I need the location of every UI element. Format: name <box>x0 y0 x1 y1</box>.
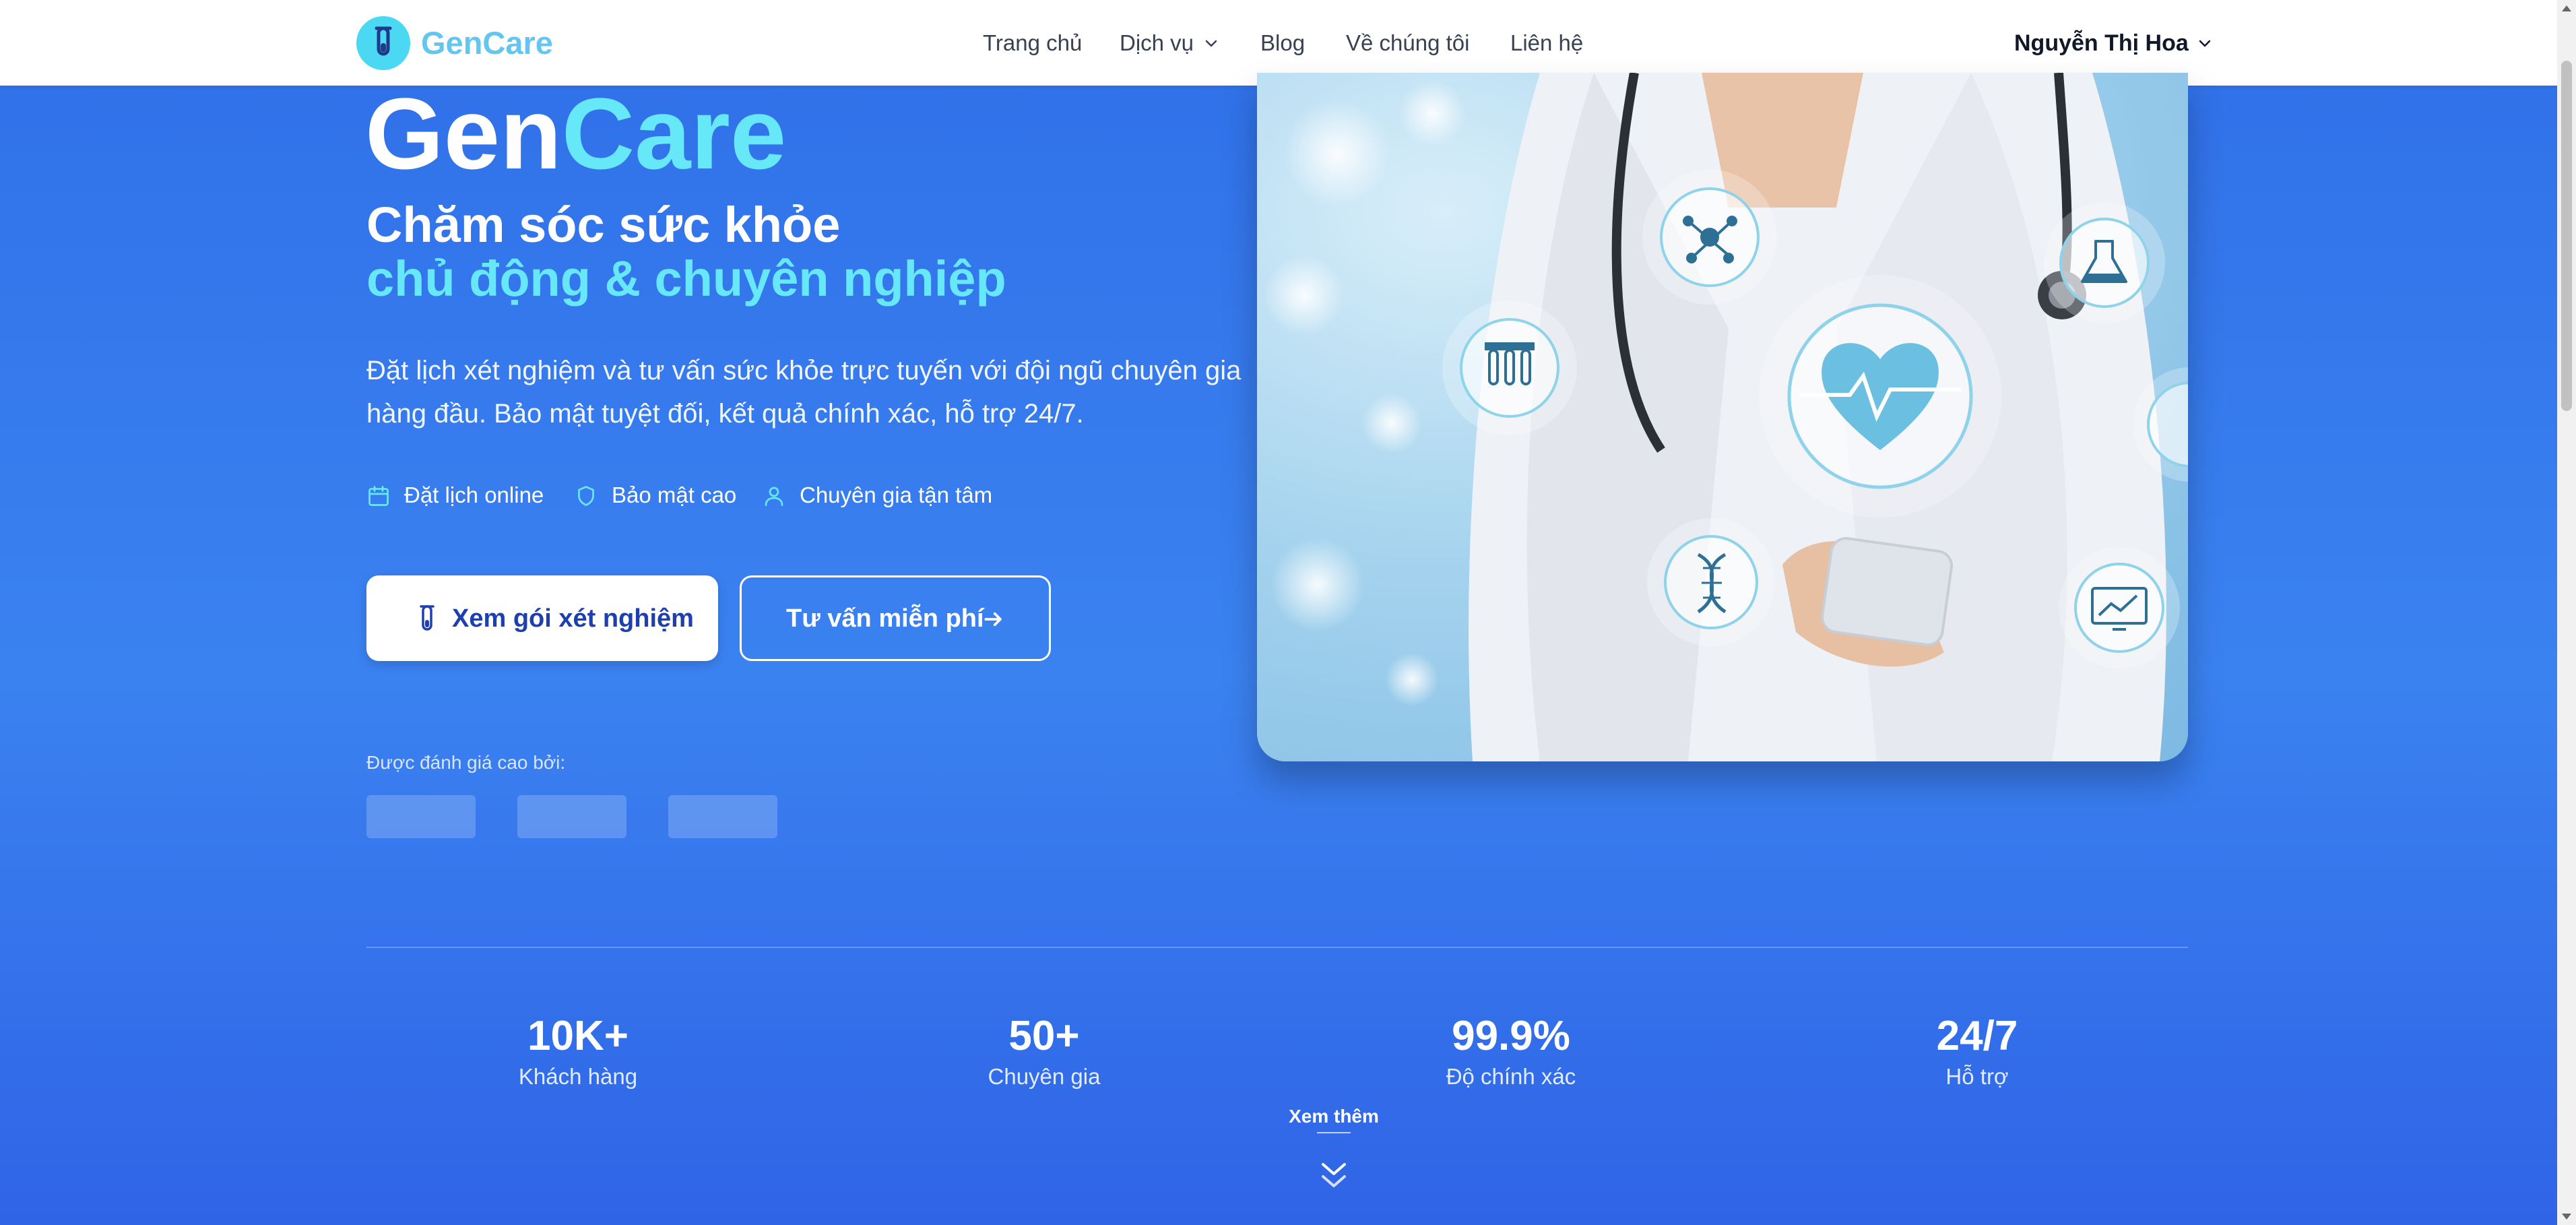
view-test-packages-label: Xem gói xét nghiệm <box>452 604 694 633</box>
stat-label: Độ chính xác <box>1446 1064 1576 1089</box>
flask-icon <box>2044 202 2165 323</box>
molecule-icon <box>1642 170 1777 305</box>
arrow-right-icon <box>984 612 1002 627</box>
nav-services[interactable]: Dịch vụ <box>1120 26 1217 61</box>
hero-description: Đặt lịch xét nghiệm và tư vấn sức khỏe t… <box>366 356 1242 429</box>
rated-by-label: Được đánh giá cao bởi: <box>366 752 566 773</box>
feature-label: Đặt lịch online <box>404 482 544 507</box>
partner-logo-placeholder <box>517 795 626 838</box>
user-name: Nguyễn Thị Hoa <box>2014 30 2189 56</box>
scroll-down-arrow-icon[interactable] <box>2562 1214 2571 1220</box>
dna-icon <box>1647 518 1775 646</box>
calendar-icon <box>368 486 389 506</box>
free-consultation-label: Tư vấn miễn phí <box>786 604 984 633</box>
hero-title-gen: Gen <box>365 77 562 190</box>
test-tubes-icon <box>1442 301 1577 435</box>
stat-label: Hỗ trợ <box>1945 1064 2009 1089</box>
nav-about[interactable]: Về chúng tôi <box>1346 26 1469 61</box>
hero-subtitle-line1: Chăm sóc sức khỏe <box>366 197 841 253</box>
doctor-illustration <box>1264 73 2188 761</box>
user-icon <box>765 486 783 506</box>
nav-services-label: Dịch vụ <box>1120 30 1194 55</box>
chevron-down-icon <box>1205 40 1217 47</box>
stat-value: 99.9% <box>1452 1013 1570 1059</box>
see-more-link[interactable]: Xem thêm <box>1266 1103 1401 1130</box>
nav-blog[interactable]: Blog <box>1260 26 1305 61</box>
view-test-packages-button[interactable]: Xem gói xét nghiệm <box>366 575 718 661</box>
shield-icon <box>578 486 594 506</box>
hero-title-care: Care <box>561 77 787 190</box>
nav-home[interactable]: Trang chủ <box>983 26 1082 61</box>
stat-experts: 50+ Chuyên gia <box>876 1011 1213 1092</box>
feature-label: Bảo mật cao <box>612 482 737 507</box>
stat-value: 24/7 <box>1936 1013 2018 1059</box>
see-more-underline <box>1317 1132 1351 1133</box>
hero-subtitle-line2: chủ động & chuyên nghiệp <box>366 251 1006 307</box>
double-chevron-down-icon[interactable] <box>1319 1159 1349 1193</box>
section-divider <box>366 947 2188 948</box>
feature-label: Chuyên gia tận tâm <box>800 482 993 507</box>
stat-accuracy: 99.9% Độ chính xác <box>1343 1011 1679 1092</box>
hero-title: GenCare <box>365 80 786 187</box>
scroll-up-arrow-icon[interactable] <box>2562 5 2571 11</box>
scroll-thumb[interactable] <box>2561 61 2572 411</box>
stat-customers: 10K+ Khách hàng <box>410 1011 746 1092</box>
brand-name[interactable]: GenCare <box>421 23 553 63</box>
test-tube-icon <box>420 605 434 631</box>
page-scrollbar[interactable] <box>2557 0 2576 1225</box>
monitor-chart-icon <box>2059 547 2180 668</box>
stat-value: 50+ <box>1008 1013 1080 1059</box>
partner-logo-placeholder <box>366 795 476 838</box>
logo-icon[interactable] <box>356 16 410 70</box>
nav-contact[interactable]: Liên hệ <box>1510 26 1583 61</box>
stat-label: Khách hàng <box>518 1064 638 1089</box>
user-menu[interactable]: Nguyễn Thị Hoa <box>2014 26 2211 61</box>
free-consultation-button[interactable]: Tư vấn miễn phí <box>740 575 1051 661</box>
hero-doctor-image <box>1257 73 2188 761</box>
stat-support: 24/7 Hỗ trợ <box>1809 1011 2146 1092</box>
partner-logo-placeholder <box>668 795 777 838</box>
stat-label: Chuyên gia <box>988 1064 1101 1089</box>
stat-value: 10K+ <box>527 1013 629 1059</box>
heart-rate-icon <box>1759 275 2001 517</box>
chevron-down-icon <box>2199 40 2211 47</box>
